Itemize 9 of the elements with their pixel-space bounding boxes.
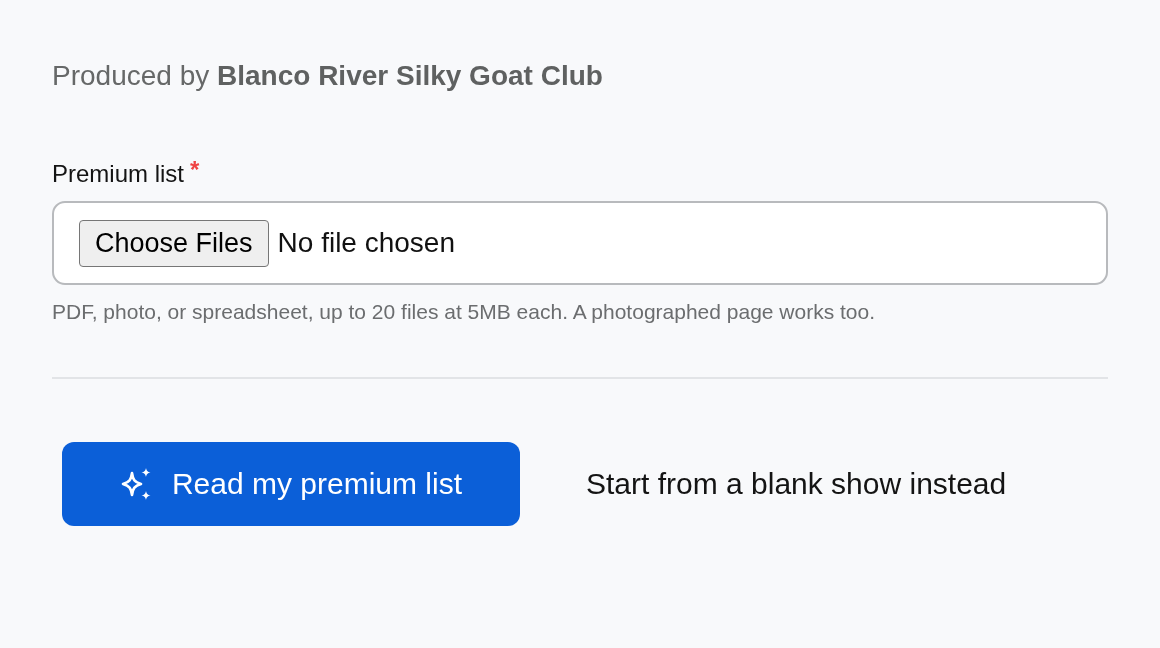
producer-text: Produced by Blanco River Silky Goat Club bbox=[52, 59, 603, 93]
field-label: Premium list bbox=[52, 159, 184, 189]
read-list-button[interactable]: Read my premium list bbox=[62, 442, 520, 526]
choose-files-button[interactable]: Choose Files bbox=[79, 219, 269, 267]
file-input-field[interactable]: Choose Files No file chosen bbox=[52, 201, 1108, 285]
required-mark: * bbox=[190, 158, 200, 182]
field-hint: PDF, photo, or spreadsheet, up to 20 files at 5MB each. A photographed page works too. bbox=[52, 299, 876, 325]
blank-show-link[interactable]: Start from a blank show instead bbox=[586, 467, 1007, 501]
file-status-text: No file chosen bbox=[277, 227, 455, 259]
